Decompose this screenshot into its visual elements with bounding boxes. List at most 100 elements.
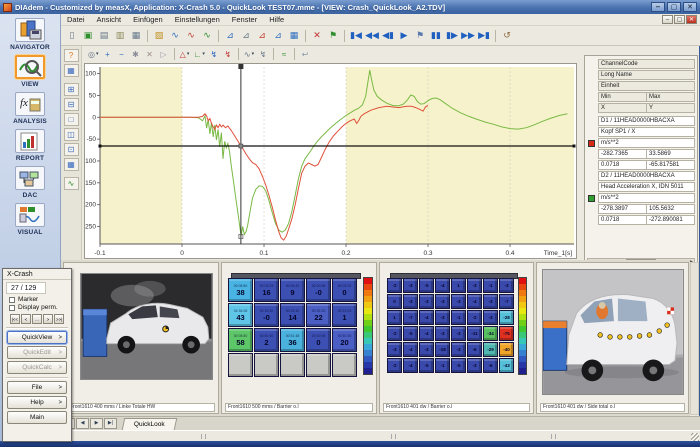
mdi-restore-button[interactable]: ▢ [674, 15, 685, 24]
cursor-type-icon[interactable]: ◎ ▾ [87, 48, 100, 60]
curve-axes-2y-icon[interactable]: ∿ [200, 29, 214, 43]
file-button[interactable]: File > [7, 381, 67, 394]
menu-datei[interactable]: Datei [61, 15, 91, 24]
step-back-icon[interactable]: ◀▮ [381, 29, 395, 43]
menu-hilfe[interactable]: Hilfe [263, 15, 290, 24]
main-button[interactable]: Main [7, 411, 67, 424]
data-portal-icon[interactable]: ▧ [152, 29, 166, 43]
chart-area[interactable]: 100 50 0 -50 -100 -150 -200 -250 -0.1 0 0.1 0.2 0.3 0… [83, 63, 578, 260]
caption-field[interactable]: Front1610 400 mms / Linke Totale HW [67, 403, 215, 412]
pan-icon[interactable]: ▷ [158, 48, 170, 60]
menu-fenster[interactable]: Fenster [226, 15, 263, 24]
sidebar-item-analysis[interactable]: fx ANALYSIS [0, 92, 60, 125]
layout-rows-icon[interactable]: ⊟ [63, 98, 79, 111]
pause-icon[interactable]: ▮▮ [429, 29, 443, 43]
record-prev-button[interactable]: < [21, 314, 31, 324]
acceleration-chart[interactable]: 100 50 0 -50 -100 -150 -200 -250 -0.1 0 0.1 0.2 0.3 0… [83, 64, 578, 260]
tab-quicklook[interactable]: QuickLook [121, 418, 177, 430]
analysis-mode-icon[interactable]: ∿ ▾ [243, 48, 255, 60]
menu-einstellungen[interactable]: Einstellungen [169, 15, 226, 24]
curve-axes-y-icon[interactable]: ∿ [168, 29, 182, 43]
report-transfer-icon[interactable]: ↯ [257, 48, 269, 60]
mdi-minimize-button[interactable]: ‒ [662, 15, 673, 24]
sidebar-item-dac[interactable]: DAC [0, 166, 60, 199]
cursor-crosshair-icon[interactable]: ⊿ [239, 29, 253, 43]
matrix-cell: -6 [467, 342, 482, 357]
menu-ansicht[interactable]: Ansicht [91, 15, 128, 24]
resize-grip[interactable] [691, 433, 699, 441]
help-icon[interactable]: ? [63, 49, 79, 62]
caption-field[interactable]: Front1610 401 dw / Barrier o.l [383, 403, 530, 412]
mdi-close-button[interactable]: ✕ [686, 15, 697, 24]
record-last-button[interactable]: >>| [54, 314, 65, 324]
layout-2x2-icon[interactable]: ⊞ [63, 83, 79, 96]
fast-rewind-icon[interactable]: ◀◀ [365, 29, 379, 43]
flag-jump-icon[interactable]: ⚑ [413, 29, 427, 43]
svg-text:50: 50 [89, 92, 97, 99]
flag-set-icon[interactable]: ⚑ [326, 29, 340, 43]
step-forward-icon[interactable]: ▮▶ [445, 29, 459, 43]
menu-einfügen[interactable]: Einfügen [127, 15, 169, 24]
sidebar-item-report[interactable]: REPORT [0, 129, 60, 162]
open-project-icon[interactable]: ▣ [81, 29, 95, 43]
quickview-button[interactable]: QuickView > [7, 331, 67, 344]
tab-last-button[interactable]: ▶| [104, 418, 117, 429]
layout-grid-icon[interactable]: ▦ [63, 158, 79, 171]
channel-code: D2 / 11HEAD0000HBACXA [598, 171, 695, 181]
matrix-cell: -7 [403, 310, 418, 325]
matrix-cell: -4 [467, 294, 482, 309]
layout-single-icon[interactable]: □ [63, 113, 79, 126]
marker-checkbox[interactable] [9, 296, 15, 303]
jump-first-icon[interactable]: ▮◀ [349, 29, 363, 43]
channel-grid-icon[interactable]: ▦ [63, 64, 79, 77]
tab-next-button[interactable]: ▶ [90, 418, 103, 429]
close-button[interactable]: ✕ [683, 2, 697, 12]
sidebar-item-navigator[interactable]: NAVIGATOR [0, 18, 60, 51]
delete-cursor-icon[interactable]: ✕ [144, 48, 156, 60]
display-perm-checkbox[interactable] [9, 304, 15, 311]
curve-axes-xy-icon[interactable]: ∿ [184, 29, 198, 43]
record-next-button[interactable]: > [43, 314, 53, 324]
curve-style-icon[interactable]: △ ▾ [179, 48, 191, 60]
layout-mixed-icon[interactable]: ⊡ [63, 143, 79, 156]
caption-field[interactable]: Front1610 401 dw / Side total o.l [540, 403, 685, 412]
record-goto-button[interactable]: ... [32, 314, 42, 324]
caption-field[interactable]: Front1610 500 mms / Barrier o.l [225, 403, 373, 412]
undo-zoom-icon[interactable]: ↩ [299, 48, 311, 60]
flash-update-y-icon[interactable]: ↯ [222, 48, 234, 60]
zoom-in-icon[interactable]: + [102, 48, 114, 60]
jump-last-icon[interactable]: ▶▮ [477, 29, 491, 43]
save-workspace-icon[interactable]: ▤ [97, 29, 111, 43]
print-icon[interactable]: ▦ [129, 29, 143, 43]
page-layout-icon[interactable]: ▥ [113, 29, 127, 43]
layout-cols-icon[interactable]: ◫ [63, 128, 79, 141]
matrix-cell: -2 [387, 278, 402, 293]
help-button[interactable]: Help > [7, 396, 67, 409]
tab-prev-button[interactable]: ◀ [76, 418, 89, 429]
right-scroll-strip[interactable] [690, 262, 699, 415]
zoom-config-icon[interactable]: ✱ [130, 48, 142, 60]
approximation-icon[interactable]: ≈ [278, 48, 290, 60]
axis-style-icon[interactable]: ∟ ▾ [193, 48, 206, 60]
cursor-frame-icon[interactable]: ⊿ [271, 29, 285, 43]
cursor-band-icon[interactable]: ⊿ [255, 29, 269, 43]
minimize-button[interactable]: ‒ [651, 2, 665, 12]
play-icon[interactable]: ▶ [397, 29, 411, 43]
flash-update-x-icon[interactable]: ↯ [208, 48, 220, 60]
cursor-free-icon[interactable]: ⊿ [223, 29, 237, 43]
sidebar-item-visual[interactable]: VISUAL [0, 203, 60, 236]
record-first-button[interactable]: |<< [9, 314, 20, 324]
channel-table-view-icon[interactable]: ▦ [287, 29, 301, 43]
sidebar-item-view[interactable]: VIEW [0, 55, 60, 88]
toolbar-separator [273, 48, 275, 60]
zoom-out-icon[interactable]: − [116, 48, 128, 60]
maximize-button[interactable]: ▢ [667, 2, 681, 12]
script-stop-icon[interactable]: ✕ [310, 29, 324, 43]
svg-text:100: 100 [85, 71, 96, 78]
dac-icon [15, 166, 45, 190]
svg-text:-200: -200 [85, 202, 96, 209]
new-file-icon[interactable]: ▯ [65, 29, 79, 43]
curve-list-icon[interactable]: ∿ [63, 177, 79, 190]
reset-time-icon[interactable]: ↺ [500, 29, 514, 43]
fast-forward-icon[interactable]: ▶▶ [461, 29, 475, 43]
